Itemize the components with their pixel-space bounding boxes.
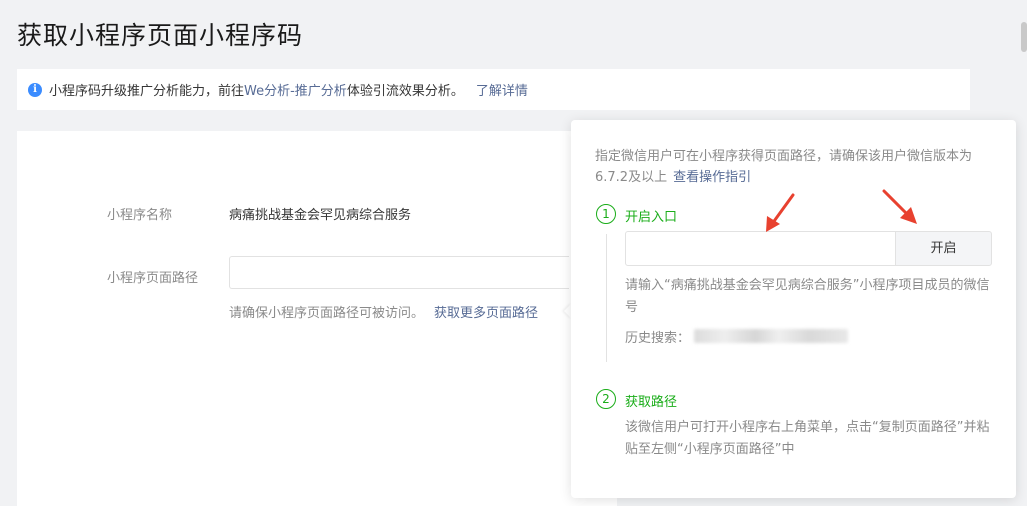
learn-more-link[interactable]: 了解详情 [476,80,528,99]
we-analysis-link[interactable]: We分析-推广分析 [244,80,347,99]
step1-title: 开启入口 [625,210,678,225]
path-label: 小程序页面路径 [107,271,199,286]
name-label: 小程序名称 [107,208,173,223]
step1-help: 请输入“病痛挑战基金会罕见病综合服务”小程序项目成员的微信号 [625,278,990,315]
page-path-input[interactable] [229,256,569,289]
popover-desc: 指定微信用户可在小程序获得页面路径，请确保该用户微信版本为6.7.2及以上 查看操… [595,146,995,188]
wechat-id-input[interactable] [625,231,897,266]
path-hint: 请确保小程序页面路径可被访问。 获取更多页面路径 [229,302,538,321]
notice-text-before: 小程序码升级推广分析能力，前往 [49,84,245,99]
step2-title: 获取路径 [625,395,678,410]
step-connector [606,234,607,362]
page-title: 获取小程序页面小程序码 [17,21,304,50]
popover-desc-text: 指定微信用户可在小程序获得页面路径，请确保该用户微信版本为6.7.2及以上 [595,149,973,185]
history-items-blurred[interactable] [694,329,848,343]
step2-number: 2 [596,389,616,409]
name-value: 病痛挑战基金会罕见病综合服务 [229,208,412,223]
info-icon: i [28,82,42,97]
scrollbar[interactable] [1021,22,1027,52]
path-popover: 指定微信用户可在小程序获得页面路径，请确保该用户微信版本为6.7.2及以上 查看操… [571,120,1016,498]
more-paths-link[interactable]: 获取更多页面路径 [434,306,538,321]
history-label: 历史搜索： [625,331,691,346]
notice-bar: i 小程序码升级推广分析能力，前往 We分析-推广分析 体验引流效果分析。 了解… [17,69,970,110]
red-arrow-right [882,189,917,224]
step2-desc: 该微信用户可打开小程序右上角菜单，点击“复制页面路径”并粘贴至左侧“小程序页面路… [625,420,990,457]
red-arrow-left [766,193,795,232]
path-hint-text: 请确保小程序页面路径可被访问。 [229,306,425,321]
step1-number: 1 [596,204,616,224]
guide-link[interactable]: 查看操作指引 [673,170,751,185]
open-entry-button[interactable]: 开启 [895,231,992,266]
notice-text-after: 体验引流效果分析。 [346,84,464,99]
